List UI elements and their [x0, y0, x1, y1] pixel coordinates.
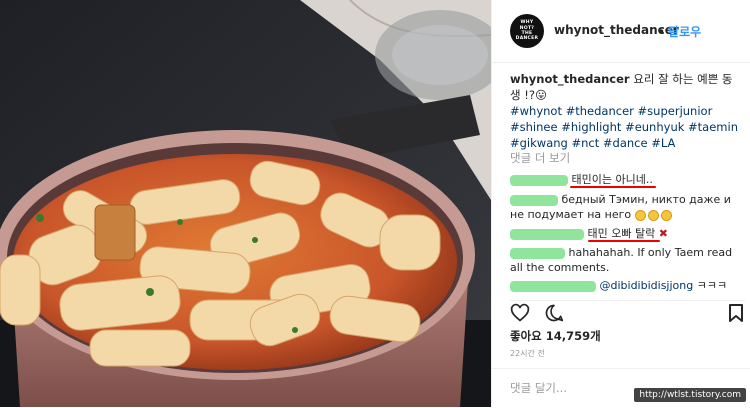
avatar[interactable]: WHY NOT? THE DANCER — [510, 14, 544, 48]
likes-number: 14,759개 — [545, 329, 601, 343]
bookmark-icon[interactable] — [728, 303, 744, 323]
comment-text: 태민이는 아니네.. — [571, 173, 653, 186]
blurred-username — [510, 228, 584, 240]
comment-5: @dibidibidisjjong ㅋㅋㅋ — [510, 278, 742, 293]
comment-icon[interactable] — [544, 303, 564, 323]
blurred-username — [510, 280, 596, 292]
comment-3: 태민 오빠 탈락 ✖ — [510, 226, 742, 241]
post-caption: whynot_thedancer 요리 잘 하는 예쁜 동생 !?😛 #whyn… — [510, 71, 742, 151]
post-photo[interactable] — [0, 0, 491, 407]
emoji-icon — [634, 209, 646, 221]
likes-count[interactable]: 좋아요 14,759개 — [510, 328, 601, 344]
watermark: http://wtlst.tistory.com — [634, 388, 746, 402]
post-header: WHY NOT? THE DANCER whynot_thedancer • 팔로… — [492, 0, 750, 63]
post-timestamp: 22시간 전 — [510, 349, 545, 358]
follow-button[interactable]: • 팔로우 — [658, 23, 701, 40]
hashtags[interactable]: #whynot #thedancer #superjunior #shinee … — [510, 104, 738, 150]
likes-label: 좋아요 — [510, 329, 542, 343]
blurred-username — [510, 194, 558, 206]
view-more-comments[interactable]: 댓글 더 보기 — [510, 150, 570, 166]
heart-icon[interactable] — [510, 303, 530, 323]
red-underline — [588, 240, 660, 242]
cross-mark-icon: ✖ — [658, 227, 668, 240]
comment-text: 태민 오빠 탈락 — [587, 227, 656, 240]
emoji-icon — [660, 209, 672, 221]
red-underline — [570, 186, 656, 188]
caption-username[interactable]: whynot_thedancer — [510, 72, 630, 86]
comment-1: 태민이는 아니네.. — [510, 172, 742, 187]
comment-text: ㅋㅋㅋ — [696, 279, 728, 292]
follow-label: 팔로우 — [668, 25, 702, 39]
emoji-icon — [647, 209, 659, 221]
blurred-username — [510, 247, 565, 259]
add-comment-placeholder: 댓글 달기... — [510, 381, 567, 395]
follow-separator: • — [658, 25, 666, 39]
mention-link[interactable]: @dibidibidisjjong — [600, 279, 694, 292]
post-side-panel: WHY NOT? THE DANCER whynot_thedancer • 팔로… — [491, 0, 750, 407]
action-bar — [510, 300, 745, 325]
comment-2: бедный Тэмин, никто даже и не подумает н… — [510, 192, 742, 222]
avatar-logo-text: WHY NOT? THE DANCER — [515, 20, 539, 42]
tteokbokki-photo — [0, 0, 491, 407]
blurred-username — [510, 174, 568, 186]
comment-4: hahahahah. If only Taem read all the com… — [510, 245, 742, 275]
